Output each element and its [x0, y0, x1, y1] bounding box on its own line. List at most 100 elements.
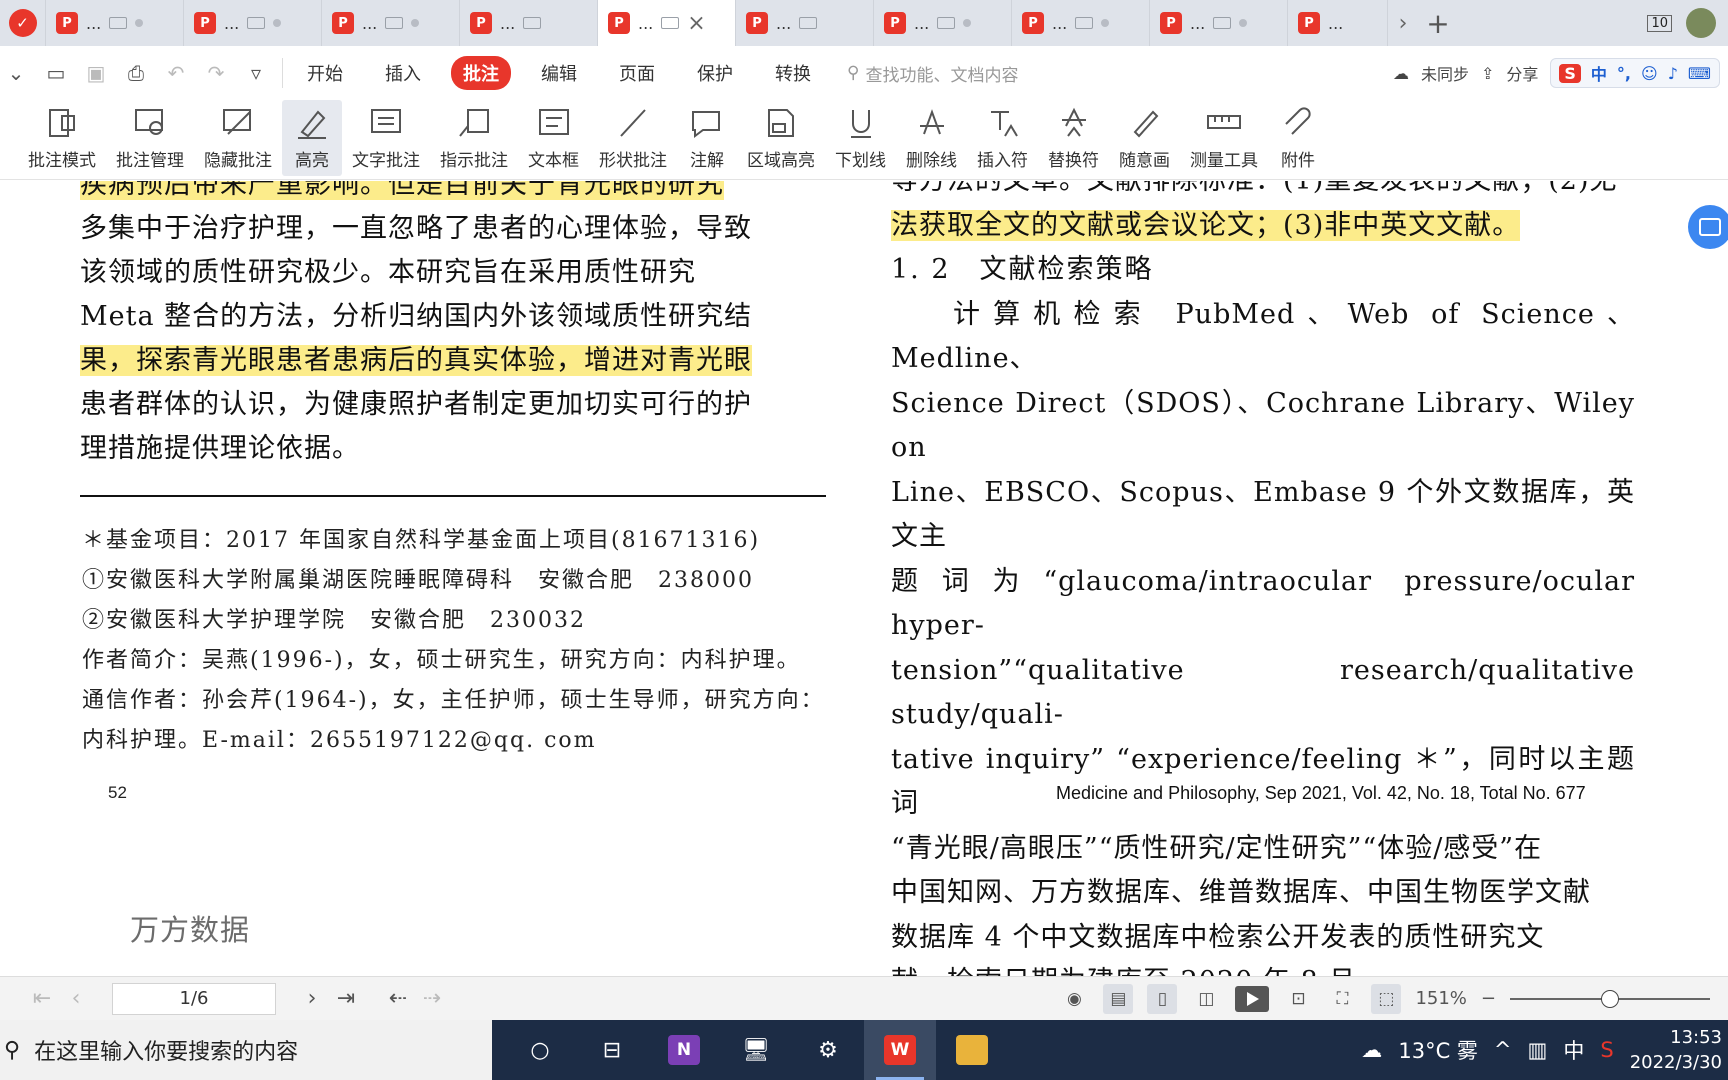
highlight-button[interactable]: 高亮 [282, 100, 342, 176]
document-tab[interactable]: P... [1150, 0, 1288, 46]
annotate-manage-button[interactable]: 批注管理 [106, 100, 194, 176]
last-page-icon[interactable]: ⇥ [334, 986, 358, 1011]
zoom-level[interactable]: 151% [1415, 988, 1466, 1009]
next-page-icon[interactable]: › [300, 986, 324, 1011]
print-icon[interactable]: ⎙ [124, 61, 148, 85]
strikethrough-button[interactable]: 删除线 [896, 100, 967, 176]
tab-dot-icon [135, 19, 144, 27]
menu-insert[interactable]: 插入 [373, 56, 433, 90]
textbox-button[interactable]: 文本框 [518, 100, 589, 176]
first-page-icon[interactable]: ⇤ [30, 986, 54, 1011]
network-icon[interactable]: ▥ [1528, 1038, 1548, 1062]
replace-caret-icon [1054, 106, 1094, 140]
status-bar: ⇤ ‹ 1/6 › ⇥ ⇠ ⇢ ◉ ▤ ▯ ◫ ⊡ ⛶ ⬚ 151% − [0, 976, 1728, 1020]
ruler-icon [1204, 106, 1244, 140]
shape-annotation-button[interactable]: 形状批注 [589, 100, 677, 176]
onenote-button[interactable]: N [648, 1020, 720, 1080]
menu-convert[interactable]: 转换 [763, 56, 823, 90]
menu-page[interactable]: 页面 [607, 56, 667, 90]
forward-icon[interactable]: ⇢ [420, 986, 444, 1011]
remote-desktop-button[interactable]: 🖥 [720, 1020, 792, 1080]
redo-icon[interactable]: ↷ [204, 61, 228, 85]
replace-caret-button[interactable]: 替换符 [1038, 100, 1109, 176]
text-annotation-button[interactable]: 文字批注 [342, 100, 430, 176]
fit-page-icon[interactable]: ⛶ [1327, 984, 1357, 1014]
text-line: 计算机检索 PubMed、Web of Science、Medline、 [891, 298, 1635, 375]
menu-protect[interactable]: 保护 [685, 56, 745, 90]
menu-home[interactable]: 开始 [295, 56, 355, 90]
continuous-page-icon[interactable]: ▤ [1103, 983, 1134, 1014]
more-dropdown-icon[interactable]: ▿ [244, 61, 268, 85]
tab-label: ... [1190, 13, 1206, 33]
side-panel-button[interactable] [1688, 205, 1728, 249]
annotate-mode-button[interactable]: 批注模式 [18, 100, 106, 176]
new-tab-button[interactable]: + [1418, 7, 1458, 40]
chevron-right-icon[interactable]: › [1388, 11, 1418, 36]
pointer-annotation-button[interactable]: 指示批注 [430, 100, 518, 176]
menu-annotate[interactable]: 批注 [451, 56, 511, 90]
footnote: 作者简介：吴燕(1996-)，女，硕士研究生，研究方向：内科护理。 [82, 648, 801, 673]
avatar[interactable] [1686, 8, 1716, 38]
tab-count-badge[interactable]: 10 [1647, 14, 1672, 32]
prev-page-icon[interactable]: ‹ [64, 986, 88, 1011]
zoom-out-icon[interactable]: − [1481, 988, 1496, 1009]
app-logo[interactable]: ✓ [0, 0, 46, 46]
zoom-slider[interactable] [1510, 989, 1710, 1008]
save-icon[interactable]: ▣ [84, 61, 108, 85]
wps-button[interactable]: W [864, 1020, 936, 1080]
note-button[interactable]: 注解 [677, 100, 737, 176]
share-button[interactable]: 分享 [1506, 61, 1538, 85]
sogou-tray-icon[interactable]: S [1600, 1038, 1613, 1062]
zoom-slider-knob[interactable] [1601, 989, 1619, 1008]
underline-button[interactable]: 下划线 [825, 100, 896, 176]
cortana-button[interactable]: ○ [504, 1020, 576, 1080]
document-tab[interactable]: P... [184, 0, 322, 46]
monitor-icon [799, 17, 818, 29]
chevron-up-icon[interactable]: ^ [1494, 1038, 1512, 1062]
sogou-logo-icon: S [1559, 63, 1581, 83]
monitor-icon [1213, 17, 1232, 29]
menu-edit[interactable]: 编辑 [529, 56, 589, 90]
play-slideshow-icon[interactable] [1235, 985, 1270, 1012]
clock[interactable]: 13:53 2022/3/30 [1630, 1025, 1722, 1075]
document-tab[interactable]: P... [460, 0, 598, 46]
document-tab-active[interactable]: P... × [598, 0, 736, 46]
feature-search[interactable]: ⚲ 查找功能、文档内容 [847, 61, 1018, 86]
sync-status[interactable]: 未同步 [1421, 61, 1469, 85]
ime-toolbar[interactable]: S 中 °, ☺ ♪ ⌨ [1550, 58, 1720, 88]
fit-width-icon[interactable]: ⬚ [1371, 983, 1402, 1014]
document-tab[interactable]: P... [874, 0, 1012, 46]
text-line: 果，探索青光眼患者患病后的真实体验，增进对青光眼 [80, 345, 752, 376]
document-view[interactable]: 疾病预后带来严重影响。但是目前关于青光眼的研究 多集中于治疗护理，一直忽略了患者… [0, 181, 1728, 976]
two-page-icon[interactable]: ◫ [1191, 984, 1221, 1014]
footnote: 通信作者：孙会芹(1964-)，女，主任护师，硕士生导师，研究方向： [82, 688, 825, 713]
close-tab-icon[interactable]: × [687, 11, 705, 36]
open-folder-icon[interactable]: ▭ [44, 61, 68, 85]
undo-icon[interactable]: ↶ [164, 61, 188, 85]
document-tab[interactable]: P... [322, 0, 460, 46]
area-highlight-button[interactable]: 区域高亮 [737, 100, 825, 176]
document-tab[interactable]: P... [1288, 0, 1388, 46]
insert-caret-button[interactable]: 插入符 [967, 100, 1038, 176]
text-line: 理措施提供理论依据。 [80, 433, 360, 464]
monitor-icon [109, 17, 128, 29]
ruler-button[interactable]: 测量工具 [1180, 100, 1268, 176]
attachment-button[interactable]: 附件 [1268, 100, 1328, 176]
chevron-down-icon[interactable]: ⌄ [4, 61, 28, 85]
document-tab[interactable]: P... [736, 0, 874, 46]
actual-size-icon[interactable]: ⊡ [1283, 984, 1313, 1014]
freehand-button[interactable]: 随意画 [1109, 100, 1180, 176]
document-tab[interactable]: P... [1012, 0, 1150, 46]
back-icon[interactable]: ⇠ [386, 986, 410, 1011]
single-page-icon[interactable]: ▯ [1147, 983, 1178, 1014]
eye-protect-icon[interactable]: ◉ [1059, 984, 1089, 1014]
taskbar-search[interactable]: ⚲ 在这里输入你要搜索的内容 [0, 1020, 492, 1080]
app-button[interactable]: ⚙ [792, 1020, 864, 1080]
document-tab[interactable]: P... [46, 0, 184, 46]
file-explorer-button[interactable] [936, 1020, 1008, 1080]
ime-indicator[interactable]: 中 [1563, 1035, 1584, 1065]
weather-text[interactable]: 13°C 雾 [1398, 1035, 1478, 1065]
page-input[interactable]: 1/6 [112, 982, 276, 1015]
task-view-button[interactable]: ⊟ [576, 1020, 648, 1080]
hide-annotation-button[interactable]: 隐藏批注 [194, 100, 282, 176]
